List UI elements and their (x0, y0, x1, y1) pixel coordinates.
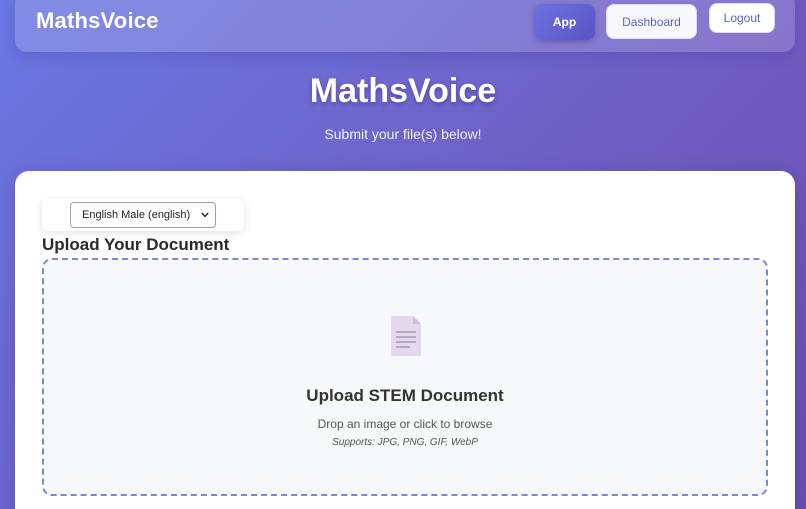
document-icon (391, 316, 421, 356)
upload-card: English Male (english) Upload Your Docum… (15, 171, 795, 509)
chevron-down-icon (201, 212, 209, 218)
page-title: MathsVoice (309, 72, 497, 110)
logout-button[interactable]: Logout (709, 3, 775, 33)
voice-select-value: English Male (english) (82, 209, 191, 221)
dropzone-supported-formats: Supports: JPG, PNG, GIF, WebP (332, 437, 478, 448)
brand-logo[interactable]: MathsVoice (36, 8, 159, 34)
nav-app-button[interactable]: App (534, 4, 595, 40)
dropzone-hint: Drop an image or click to browse (317, 417, 493, 431)
top-navbar: MathsVoice App Dashboard Logout (15, 0, 795, 52)
page-subtitle: Submit your file(s) below! (324, 126, 482, 142)
dropzone-title: Upload STEM Document (306, 386, 504, 405)
voice-select[interactable]: English Male (english) (70, 202, 216, 228)
voice-select-container: English Male (english) (42, 199, 244, 231)
upload-heading: Upload Your Document (42, 235, 230, 254)
file-dropzone[interactable]: Upload STEM Document Drop an image or cl… (42, 258, 768, 496)
nav-dashboard-button[interactable]: Dashboard (606, 4, 697, 39)
